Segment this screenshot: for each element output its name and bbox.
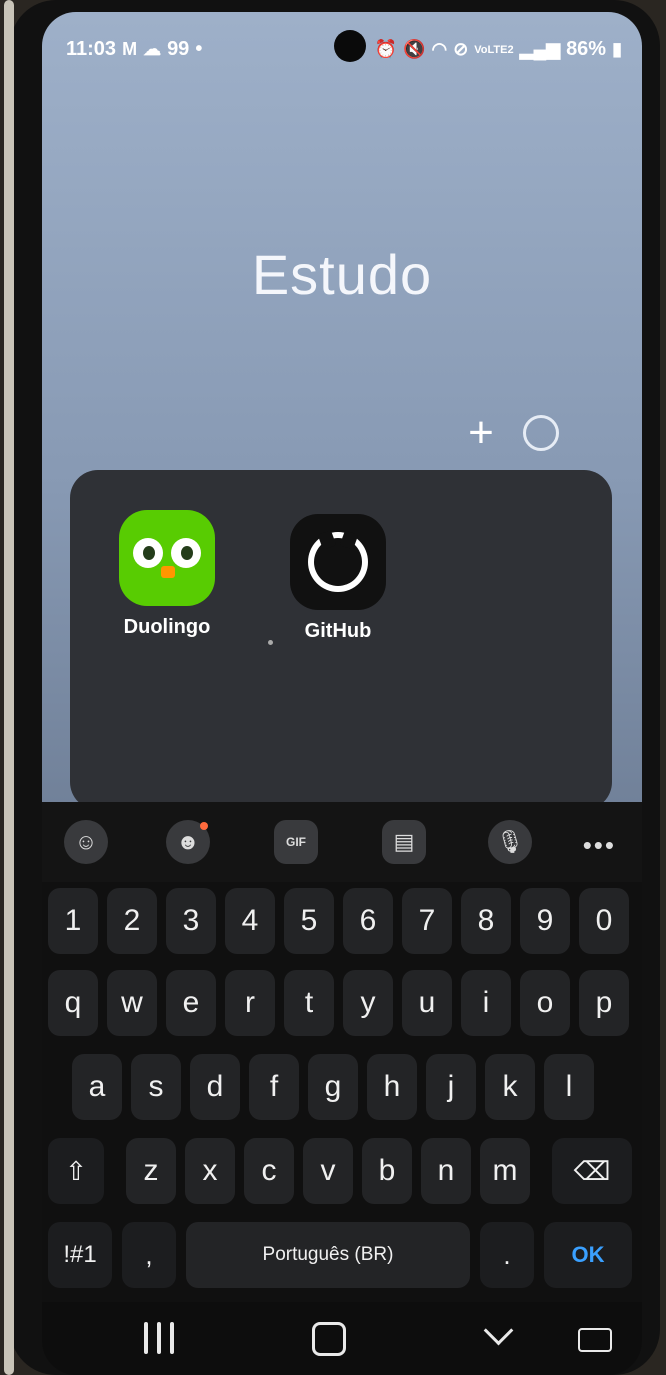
gmail-icon: M [122, 39, 138, 59]
app-github[interactable]: GitHub [283, 514, 393, 643]
home-icon[interactable] [312, 1322, 346, 1356]
navigation-bar [42, 1302, 642, 1375]
github-icon [290, 514, 386, 610]
key-x[interactable]: x [185, 1138, 235, 1204]
key-p[interactable]: p [579, 970, 629, 1036]
voice-input-button[interactable]: 🎙 [488, 820, 532, 864]
symbols-key[interactable]: !#1 [48, 1222, 112, 1288]
clipboard-button[interactable]: ▤ [382, 820, 426, 864]
notification-count: 99 [167, 38, 190, 60]
key-s[interactable]: s [131, 1054, 181, 1120]
app-label: GitHub [304, 620, 372, 642]
key-a[interactable]: a [72, 1054, 122, 1120]
sticker-icon: ☻ [176, 829, 200, 854]
key-f[interactable]: f [249, 1054, 299, 1120]
key-8[interactable]: 8 [461, 888, 511, 954]
keyboard: 1 2 3 4 5 6 7 8 9 0 q w e r t y u i o p … [42, 882, 642, 1302]
key-1[interactable]: 1 [48, 888, 98, 954]
alarm-icon: ⏰ [374, 39, 398, 59]
key-6[interactable]: 6 [343, 888, 393, 954]
folder-title[interactable]: Estudo [42, 242, 642, 307]
emoji-button[interactable]: ☺ [64, 820, 108, 864]
key-t[interactable]: t [284, 970, 334, 1036]
emoji-icon: ☺ [74, 829, 98, 854]
folder-actions: + [460, 407, 562, 459]
key-5[interactable]: 5 [284, 888, 334, 954]
period-key[interactable]: . [480, 1222, 534, 1288]
backspace-key[interactable]: ⌫ [552, 1138, 632, 1204]
volte-indicator: VoLTE2 [474, 43, 514, 56]
key-q[interactable]: q [48, 970, 98, 1036]
folder-color-button[interactable] [520, 407, 562, 459]
clipboard-icon: ▤ [393, 829, 415, 854]
gif-icon: GIF [286, 835, 306, 849]
gif-button[interactable]: GIF [274, 820, 318, 864]
key-o[interactable]: o [520, 970, 570, 1036]
key-7[interactable]: 7 [402, 888, 452, 954]
hide-keyboard-icon[interactable] [483, 1315, 514, 1346]
more-notifications-dot: • [195, 38, 203, 60]
shift-key[interactable]: ⇧ [48, 1138, 104, 1204]
ok-key[interactable]: OK [544, 1222, 632, 1288]
key-4[interactable]: 4 [225, 888, 275, 954]
app-label: Duolingo [123, 616, 211, 638]
key-c[interactable]: c [244, 1138, 294, 1204]
do-not-disturb-icon: ⊘ [453, 39, 469, 59]
phone-screen: 11:03 M ☁ 99 • ⏰ 🔇 ◠ ⊘ VoLTE2 ▂▄▆ 86% ▮ … [42, 12, 642, 1375]
space-bar[interactable]: Português (BR) [186, 1222, 470, 1288]
add-apps-button[interactable]: + [460, 407, 502, 459]
circle-icon [523, 415, 559, 451]
key-9[interactable]: 9 [520, 888, 570, 954]
comma-key[interactable]: , [122, 1222, 176, 1288]
microphone-icon: 🎙 [496, 829, 524, 854]
clock: 11:03 [66, 38, 117, 60]
key-l[interactable]: l [544, 1054, 594, 1120]
new-badge-dot [200, 822, 208, 830]
app-duolingo[interactable]: Duolingo [112, 510, 222, 639]
key-g[interactable]: g [308, 1054, 358, 1120]
battery-percent: 86% [566, 38, 607, 60]
key-k[interactable]: k [485, 1054, 535, 1120]
key-m[interactable]: m [480, 1138, 530, 1204]
signal-icon: ▂▄▆ [519, 39, 561, 59]
keyboard-switch-icon[interactable] [578, 1328, 612, 1352]
keyboard-toolbar: ☺ ☻ GIF ▤ 🎙 ••• [42, 802, 642, 882]
key-z[interactable]: z [126, 1138, 176, 1204]
key-d[interactable]: d [190, 1054, 240, 1120]
key-b[interactable]: b [362, 1138, 412, 1204]
battery-icon: ▮ [612, 39, 622, 59]
key-n[interactable]: n [421, 1138, 471, 1204]
key-3[interactable]: 3 [166, 888, 216, 954]
key-r[interactable]: r [225, 970, 275, 1036]
mute-icon: 🔇 [403, 39, 426, 59]
key-y[interactable]: y [343, 970, 393, 1036]
duolingo-icon [119, 510, 215, 606]
key-0[interactable]: 0 [579, 888, 629, 954]
key-e[interactable]: e [166, 970, 216, 1036]
key-i[interactable]: i [461, 970, 511, 1036]
phone-frame-edge [4, 0, 14, 1375]
wifi-icon: ◠ [431, 39, 448, 59]
more-options-button[interactable]: ••• [583, 830, 616, 861]
key-u[interactable]: u [402, 970, 452, 1036]
key-2[interactable]: 2 [107, 888, 157, 954]
key-v[interactable]: v [303, 1138, 353, 1204]
recents-icon[interactable] [144, 1322, 174, 1354]
key-h[interactable]: h [367, 1054, 417, 1120]
key-j[interactable]: j [426, 1054, 476, 1120]
cloud-upload-icon: ☁ [143, 39, 162, 59]
page-indicator [268, 640, 273, 645]
sticker-button[interactable]: ☻ [166, 820, 210, 864]
key-w[interactable]: w [107, 970, 157, 1036]
front-camera [334, 30, 366, 62]
